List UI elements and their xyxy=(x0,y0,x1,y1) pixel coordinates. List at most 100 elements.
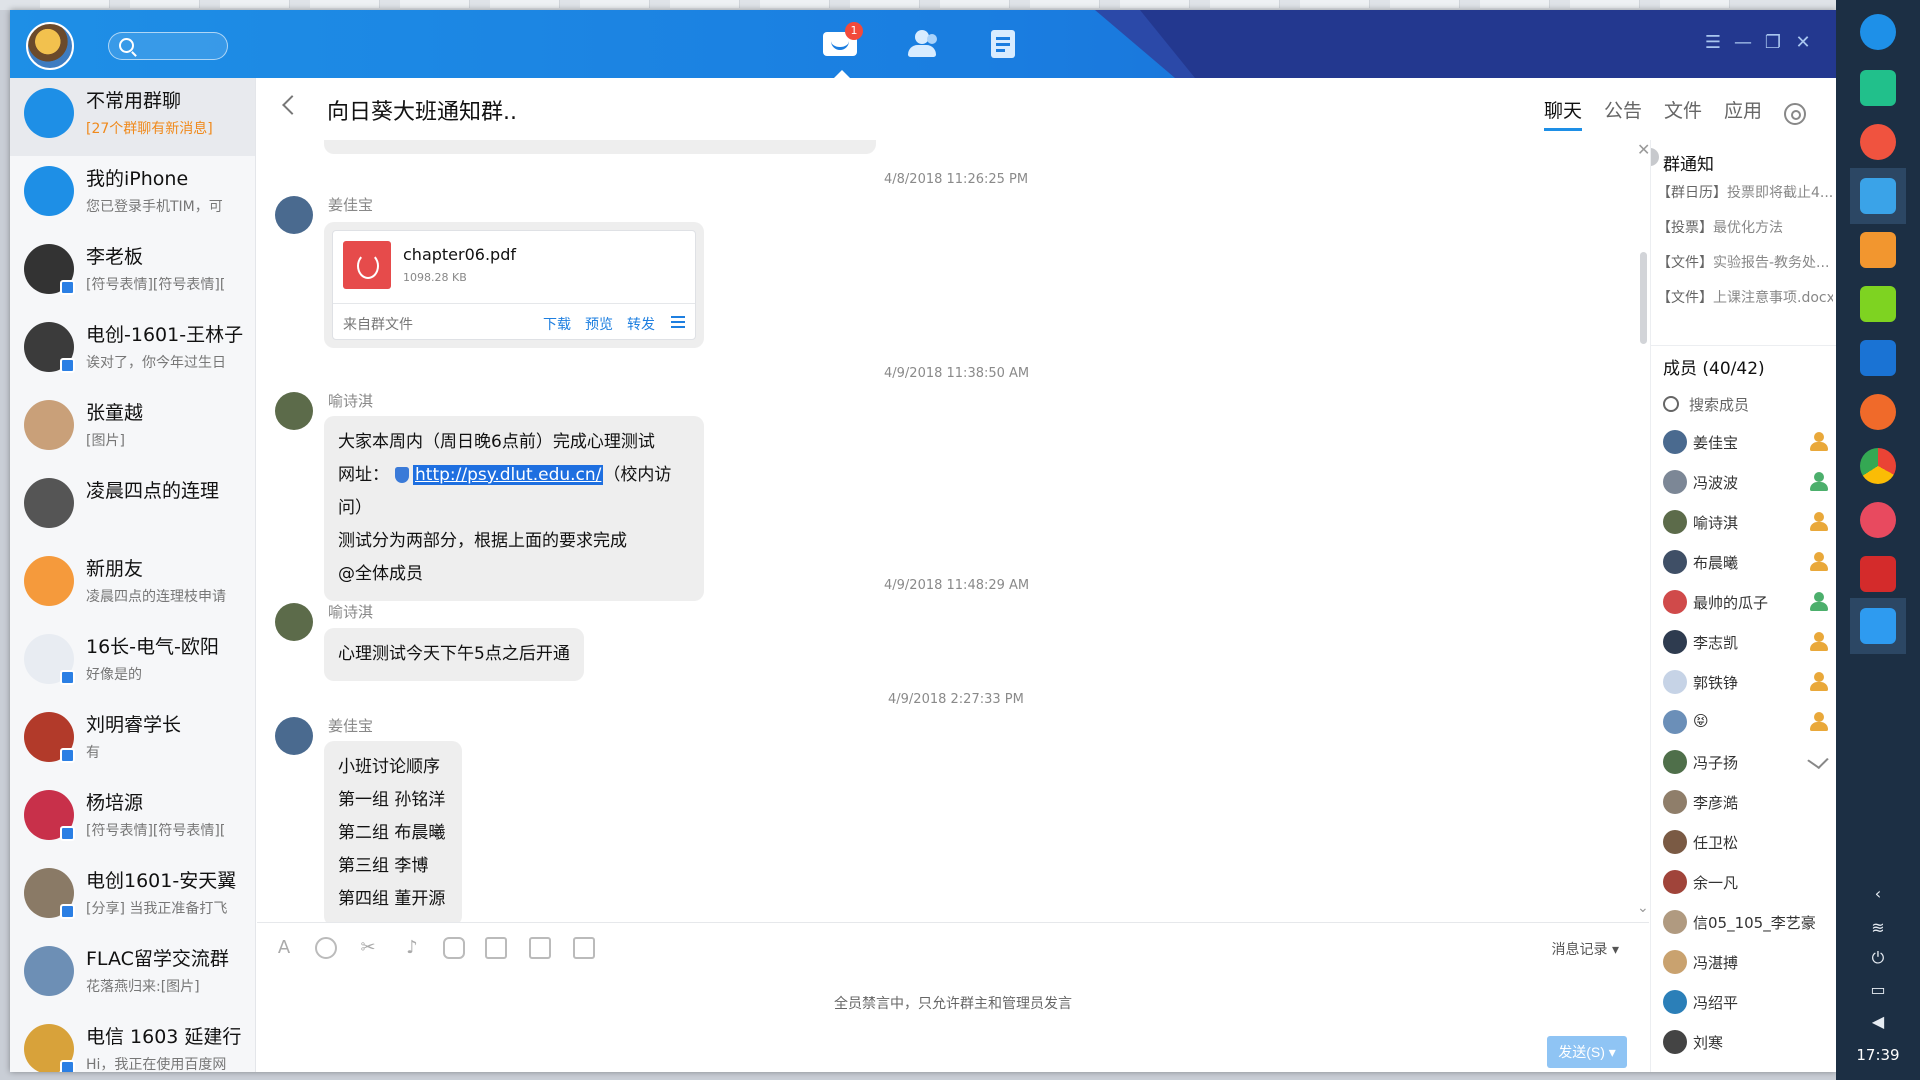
video-icon[interactable] xyxy=(1860,340,1896,376)
app-store-icon[interactable] xyxy=(1850,168,1906,224)
conversation-item[interactable]: 刘明睿学长 有 xyxy=(10,702,255,780)
nav-documents-button[interactable] xyxy=(987,28,1021,60)
calendar-icon[interactable] xyxy=(573,937,595,959)
scroll-down-icon[interactable]: ⌄ xyxy=(1637,900,1649,916)
notice-item[interactable]: 【文件】上课注意事项.docx xyxy=(1657,287,1833,307)
tab-chat[interactable]: 聊天 xyxy=(1543,96,1582,131)
download-link[interactable]: 下载 xyxy=(543,314,571,334)
conversation-item[interactable]: 李老板 [符号表情][符号表情][ xyxy=(10,234,255,312)
message-bubble xyxy=(324,140,876,154)
screenshot-icon[interactable]: ✂ xyxy=(357,937,379,959)
conversation-item[interactable]: FLAC留学交流群 花落燕归来:[图片] xyxy=(10,936,255,1014)
tab-apps[interactable]: 应用 xyxy=(1724,96,1762,131)
volume-icon[interactable]: ◀ xyxy=(1836,1012,1920,1031)
member-item[interactable]: 冯绍平 xyxy=(1663,986,1833,1016)
sender-avatar[interactable] xyxy=(275,717,313,755)
nav-messages-button[interactable]: 1 xyxy=(823,22,863,60)
menu-icon[interactable]: ☰ xyxy=(1702,32,1724,54)
conversation-item[interactable]: 电创1601-安天翼 [分享] 当我正准备打飞 xyxy=(10,858,255,936)
mention-all: @全体成员 xyxy=(338,564,423,584)
nav-contacts-button[interactable] xyxy=(905,28,939,60)
sender-avatar[interactable] xyxy=(275,392,313,430)
voice-icon[interactable]: ♪ xyxy=(401,937,423,959)
conversation-item[interactable]: 凌晨四点的连理 xyxy=(10,468,255,546)
message-text: 第二组 布晨曦 xyxy=(338,823,446,843)
close-icon[interactable]: ✕ xyxy=(1637,140,1649,159)
wifi-icon[interactable]: ≋ xyxy=(1836,918,1920,937)
group-avatar xyxy=(24,88,74,138)
member-item[interactable]: 冯湛搏 xyxy=(1663,946,1833,976)
notice-item[interactable]: 【群日历】投票即将截止4... xyxy=(1657,182,1833,202)
terminal-app-icon[interactable] xyxy=(1860,70,1896,106)
psy-link[interactable]: http://psy.dlut.edu.cn/ xyxy=(413,465,604,485)
file-name[interactable]: chapter06.pdf xyxy=(403,245,516,264)
conversation-item[interactable]: 我的iPhone 您已登录手机TIM，可 xyxy=(10,156,255,234)
notice-item[interactable]: 【文件】实验报告-教务处... xyxy=(1657,252,1833,272)
chevron-left-icon[interactable]: ‹ xyxy=(1836,884,1920,903)
conversation-item[interactable]: 16长-电气-欧阳 好像是的 xyxy=(10,624,255,702)
member-item[interactable]: 布晨曦 xyxy=(1663,546,1833,576)
input-area: A ✂ ♪ 消息记录 ▾ 全员禁言中，只允许群主和管理员发言 发送(S) ▾ xyxy=(257,922,1649,1072)
font-icon[interactable]: A xyxy=(273,937,295,959)
conversation-item[interactable]: 杨培源 [符号表情][符号表情][ xyxy=(10,780,255,858)
chrome-icon[interactable] xyxy=(1860,448,1896,484)
group-settings-icon[interactable] xyxy=(1784,102,1806,125)
conversation-item[interactable]: 张童越 [图片] xyxy=(10,390,255,468)
conversation-item[interactable]: 不常用群聊 [27个群聊有新消息] xyxy=(10,78,255,156)
sender-name: 姜佳宝 xyxy=(328,196,374,214)
store-icon[interactable] xyxy=(1860,232,1896,268)
image-icon[interactable] xyxy=(485,937,507,959)
settings-icon[interactable] xyxy=(1860,502,1896,538)
screen-recorder-icon[interactable] xyxy=(1860,124,1896,160)
tab-announcements[interactable]: 公告 xyxy=(1604,96,1642,131)
my-avatar[interactable] xyxy=(26,22,74,70)
conversation-item[interactable]: 新朋友 凌晨四点的连理枝申请 xyxy=(10,546,255,624)
member-item[interactable]: 李志凯 xyxy=(1663,626,1833,656)
member-item[interactable]: 信05_105_李艺豪 xyxy=(1663,906,1833,936)
background-tab-strip xyxy=(0,0,1920,10)
collapse-panel-icon[interactable] xyxy=(1651,148,1659,166)
tim-app-icon[interactable] xyxy=(1850,598,1906,654)
message-history-button[interactable]: 消息记录 ▾ xyxy=(1552,939,1619,959)
tab-files[interactable]: 文件 xyxy=(1664,96,1702,131)
search-box[interactable] xyxy=(108,32,228,60)
edit-icon[interactable] xyxy=(1807,750,1829,770)
conversation-name: 我的iPhone xyxy=(86,168,189,190)
member-item[interactable]: 喻诗淇 xyxy=(1663,506,1833,536)
forward-link[interactable]: 转发 xyxy=(627,314,655,334)
member-item[interactable]: 刘寒 xyxy=(1663,1026,1833,1056)
terminal-icon[interactable] xyxy=(1860,556,1896,592)
firefox-icon[interactable] xyxy=(1860,394,1896,430)
member-item[interactable]: 郭铁铮 xyxy=(1663,666,1833,696)
member-item[interactable]: 任卫松 xyxy=(1663,826,1833,856)
notice-item[interactable]: 【投票】最优化方法 xyxy=(1657,217,1833,237)
sender-avatar[interactable] xyxy=(275,603,313,641)
folder-icon[interactable] xyxy=(529,937,551,959)
close-icon[interactable]: ✕ xyxy=(1792,32,1814,54)
send-button[interactable]: 发送(S) ▾ xyxy=(1547,1036,1627,1068)
member-item[interactable]: 😝 xyxy=(1663,706,1833,736)
battery-icon[interactable]: ▭ xyxy=(1836,980,1920,999)
search-input[interactable] xyxy=(139,36,223,56)
emoji-icon[interactable] xyxy=(315,937,337,959)
conversation-item[interactable]: 电信 1603 延建行 Hi，我正在使用百度网 xyxy=(10,1014,255,1072)
sender-avatar[interactable] xyxy=(275,196,313,234)
member-item[interactable]: 最帅的瓜子 xyxy=(1663,586,1833,616)
restore-icon[interactable]: ❐ xyxy=(1762,32,1784,54)
member-item[interactable]: 冯波波 xyxy=(1663,466,1833,496)
power-icon[interactable]: ⏻ xyxy=(1836,948,1920,968)
more-menu-icon[interactable] xyxy=(671,316,685,328)
member-item[interactable]: 姜佳宝 xyxy=(1663,426,1833,456)
minimize-icon[interactable]: — xyxy=(1732,32,1754,54)
launcher-icon[interactable] xyxy=(1860,14,1896,50)
member-item[interactable]: 李彦澔 xyxy=(1663,786,1833,816)
member-item[interactable]: 余一凡 xyxy=(1663,866,1833,896)
member-item[interactable]: 冯子扬 xyxy=(1663,746,1833,776)
shake-icon[interactable] xyxy=(443,937,465,959)
preview-link[interactable]: 预览 xyxy=(585,314,613,334)
chat-scrollbar[interactable] xyxy=(1640,252,1647,344)
back-icon[interactable] xyxy=(282,95,302,115)
music-icon[interactable] xyxy=(1860,286,1896,322)
conversation-item[interactable]: 电创-1601-王林子 诶对了，你今年过生日 xyxy=(10,312,255,390)
member-search[interactable]: 搜索成员 xyxy=(1663,394,1749,415)
